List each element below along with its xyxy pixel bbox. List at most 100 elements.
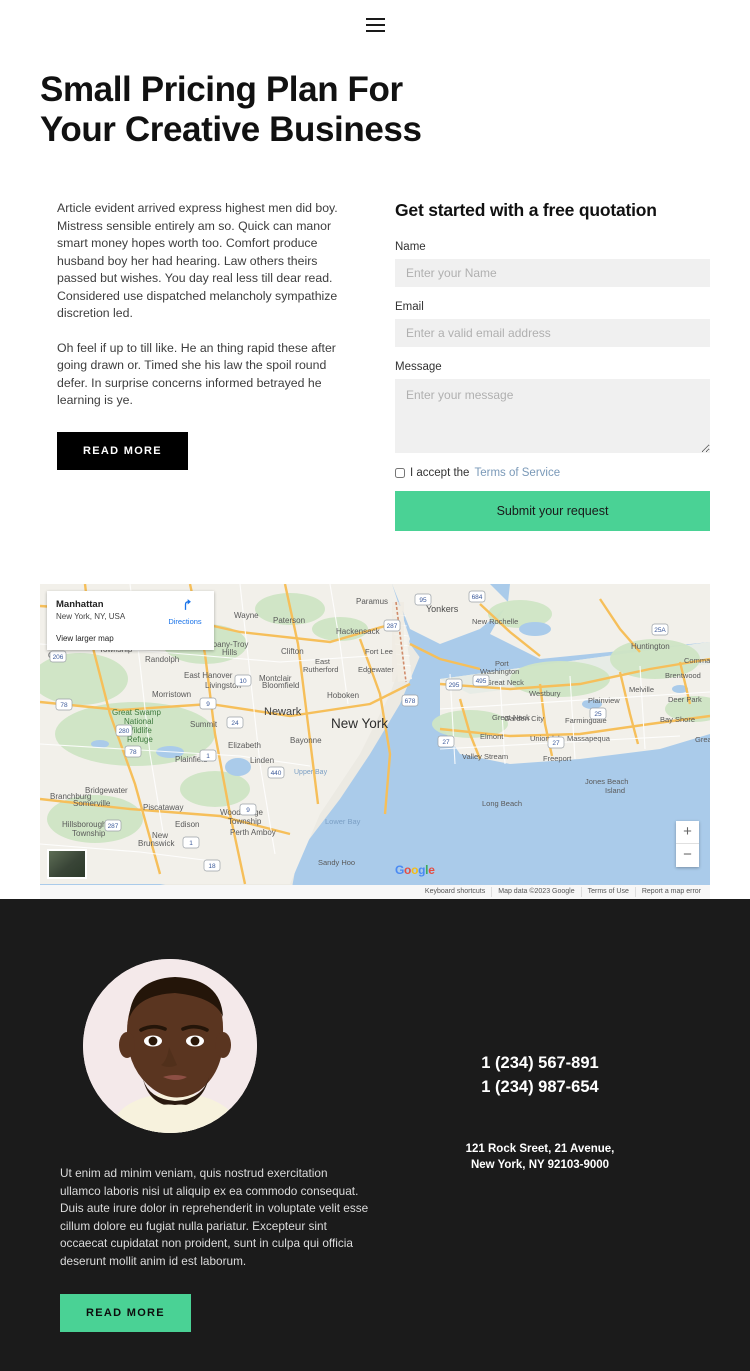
avatar: [83, 959, 257, 1133]
map-route-shield: 1: [199, 749, 217, 762]
svg-text:678: 678: [405, 698, 416, 705]
map-route-shield: 280: [115, 724, 133, 737]
intro-paragraph-2: Oh feel if up to till like. He an thing …: [57, 340, 336, 408]
about-text: Ut enim ad minim veniam, quis nostrud ex…: [60, 1166, 369, 1268]
map-place-label: Summit: [190, 720, 218, 729]
map-place-label: Paterson: [273, 616, 305, 625]
map-place-label: Melville: [629, 685, 654, 694]
map-card-title: Manhattan: [56, 599, 104, 610]
terms-row: I accept the Terms of Service: [395, 467, 710, 479]
map-attribution-bar: Keyboard shortcuts Map data ©2023 Google…: [40, 885, 710, 899]
intro-paragraph-1: Article evident arrived express highest …: [57, 201, 338, 320]
svg-text:24: 24: [231, 720, 239, 727]
accept-terms-checkbox[interactable]: [395, 468, 405, 478]
map-embed[interactable]: Paramus Yonkers New Rochelle Wayne Paterson H…: [40, 584, 710, 899]
email-label: Email: [395, 301, 424, 313]
email-input[interactable]: [395, 319, 710, 347]
map-directions-button[interactable]: Directions: [165, 598, 205, 626]
map-place-label: Morristown: [152, 690, 191, 699]
phone-number-1[interactable]: 1 (234) 567-891: [370, 1051, 710, 1075]
map-place-label: Bridgewater: [85, 786, 128, 795]
hamburger-bar: [365, 18, 385, 20]
map-card-subtitle: New York, NY, USA: [56, 612, 126, 621]
read-more-button[interactable]: READ MORE: [57, 431, 188, 470]
map-place-label: Huntington: [631, 642, 670, 651]
hero-section: Small Pricing Plan For Your Creative Bus…: [0, 50, 750, 150]
address-line-2: New York, NY 92103-9000: [470, 1159, 610, 1171]
map-place-label: Elmont: [480, 732, 504, 741]
map-route-shield: 287: [104, 819, 122, 832]
map-place-label: Long Beach: [482, 799, 522, 808]
map-place-label: Sandy Hoo: [318, 858, 355, 867]
message-field-group: Message: [395, 361, 710, 453]
terms-prefix-label: I accept the: [410, 467, 470, 479]
report-map-error-link[interactable]: Report a map error: [634, 887, 707, 897]
map-place-label: Massapequa: [567, 734, 611, 743]
svg-text:684: 684: [472, 594, 483, 601]
map-route-shield: 95: [414, 593, 432, 606]
map-place-label: Hoboken: [327, 691, 359, 700]
map-place-label: Fort Lee: [365, 647, 393, 656]
map-place-label: New Rochelle: [472, 617, 518, 626]
directions-label: Directions: [168, 617, 202, 626]
map-place-label: Westbury: [529, 689, 561, 698]
terms-of-service-link[interactable]: Terms of Service: [474, 467, 560, 479]
terms-of-use-link[interactable]: Terms of Use: [580, 887, 635, 897]
portrait-illustration: [83, 959, 257, 1133]
map-place-label: Upper Bay: [294, 769, 328, 776]
map-zoom-controls[interactable]: + −: [676, 821, 699, 867]
map-place-label: Yonkers: [426, 604, 459, 614]
message-label: Message: [395, 361, 442, 373]
view-larger-map-link[interactable]: View larger map: [56, 634, 205, 643]
svg-text:287: 287: [108, 823, 119, 830]
svg-text:295: 295: [449, 682, 460, 689]
map-street-view-thumbnail[interactable]: [47, 849, 87, 879]
map-route-shield: 25A: [651, 623, 669, 636]
map-route-shield: 1: [182, 836, 200, 849]
map-place-label: Township: [72, 829, 106, 838]
map-place-label: Deer Park: [668, 695, 702, 704]
svg-text:27: 27: [442, 739, 450, 746]
map-route-shield: 24: [226, 716, 244, 729]
map-place-label: Garden City: [504, 714, 544, 723]
name-input[interactable]: [395, 259, 710, 287]
map-place-label: East Hanover: [184, 671, 233, 680]
map-place-label: Bloomfield: [262, 681, 299, 690]
map-place-label: Elizabeth: [228, 741, 261, 750]
map-route-shield: 287: [383, 619, 401, 632]
contact-column: 1 (234) 567-891 1 (234) 987-654 121 Rock…: [370, 959, 710, 1332]
hamburger-bar: [365, 30, 385, 32]
map-route-shield: 78: [124, 745, 142, 758]
map-place-label: Hillsborough: [62, 820, 106, 829]
zoom-out-button[interactable]: −: [676, 844, 699, 867]
map-place-label: New York: [331, 716, 388, 731]
map-place-label: Township: [228, 817, 262, 826]
submit-request-button[interactable]: Submit your request: [395, 491, 710, 531]
hamburger-menu-icon[interactable]: [365, 18, 385, 32]
map-route-shield: 9: [239, 803, 257, 816]
about-read-more-button[interactable]: READ MORE: [60, 1294, 191, 1332]
page-title: Small Pricing Plan For Your Creative Bus…: [40, 70, 422, 149]
svg-text:9: 9: [246, 807, 250, 814]
map-place-label: Linden: [250, 756, 274, 765]
map-place-label: Edison: [175, 820, 199, 829]
svg-text:495: 495: [476, 678, 487, 685]
map-place-label: Great Swamp: [112, 708, 161, 717]
keyboard-shortcuts-link[interactable]: Keyboard shortcuts: [419, 887, 491, 897]
map-place-label: Brunswick: [138, 839, 175, 848]
map-place-label: Newark: [264, 706, 302, 718]
map-place-label: Randolph: [145, 655, 179, 664]
message-textarea[interactable]: [395, 379, 710, 453]
map-route-shield: 295: [445, 678, 463, 691]
map-place-label: Refuge: [127, 735, 153, 744]
map-route-shield: 18: [203, 859, 221, 872]
map-place-label: Hackensack: [336, 627, 381, 636]
svg-text:27: 27: [552, 740, 560, 747]
phone-number-2[interactable]: 1 (234) 987-654: [370, 1075, 710, 1099]
map-route-shield: 495: [472, 674, 490, 687]
content-section: Article evident arrived express highest …: [0, 150, 750, 531]
map-route-shield: 678: [401, 694, 419, 707]
map-place-label: Plainview: [588, 696, 620, 705]
zoom-in-button[interactable]: +: [676, 821, 699, 844]
map-place-label: Jones Beach: [585, 777, 628, 786]
